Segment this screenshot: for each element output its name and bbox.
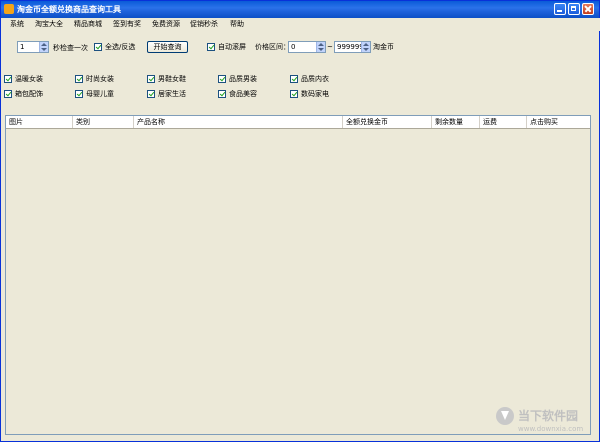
menu-checkin[interactable]: 签到有奖 bbox=[113, 19, 141, 30]
column-header[interactable]: 点击购买 bbox=[527, 116, 590, 128]
menu-system[interactable]: 系统 bbox=[10, 19, 24, 30]
menu-bar: 系统 淘宝大全 精品商城 签到有奖 免费资源 促销秒杀 帮助 bbox=[2, 18, 600, 31]
start-query-button[interactable]: 开始查询 bbox=[147, 41, 188, 53]
watermark-url: www.downxia.com bbox=[518, 425, 584, 433]
category-checkbox[interactable] bbox=[4, 90, 12, 98]
window-title: 淘金币全额兑换商品查询工具 bbox=[17, 5, 121, 14]
minimize-button[interactable] bbox=[554, 3, 566, 15]
results-table[interactable]: 图片 类别 产品名称 全额兑换金币 剩余数量 运费 点击购买 bbox=[5, 115, 591, 435]
category-label: 男鞋女鞋 bbox=[158, 75, 186, 83]
category-checkbox[interactable] bbox=[218, 75, 226, 83]
maximize-button[interactable] bbox=[568, 3, 580, 15]
menu-help[interactable]: 帮助 bbox=[230, 19, 244, 30]
spinner-arrows-icon[interactable] bbox=[361, 42, 370, 52]
category-label: 食品美容 bbox=[229, 90, 257, 98]
price-range-dash: ~ bbox=[327, 43, 333, 51]
category-label: 箱包配饰 bbox=[15, 90, 43, 98]
column-header[interactable]: 全额兑换金币 bbox=[343, 116, 432, 128]
watermark: 当下软件园 www.downxia.com bbox=[496, 405, 596, 437]
minimize-icon bbox=[555, 4, 565, 14]
maximize-icon bbox=[569, 4, 579, 14]
category-checkbox[interactable] bbox=[4, 75, 12, 83]
column-header[interactable]: 运费 bbox=[480, 116, 527, 128]
category-checkbox[interactable] bbox=[290, 90, 298, 98]
category-label: 品质男装 bbox=[229, 75, 257, 83]
menu-flash-sale[interactable]: 促销秒杀 bbox=[190, 19, 218, 30]
app-window: 淘金币全额兑换商品查询工具 系统 淘宝大全 精品商城 签到有奖 免费资源 促销秒… bbox=[0, 0, 600, 442]
interval-spinner[interactable]: 1 bbox=[17, 41, 49, 53]
close-icon bbox=[583, 4, 593, 14]
category-checkbox[interactable] bbox=[75, 75, 83, 83]
select-all-label: 全选/反选 bbox=[105, 43, 136, 51]
select-all-checkbox[interactable] bbox=[94, 43, 102, 51]
watermark-text: 当下软件园 bbox=[518, 409, 579, 423]
interval-label: 秒检查一次 bbox=[53, 44, 88, 52]
category-label: 母婴儿童 bbox=[86, 90, 114, 98]
table-header: 图片 类别 产品名称 全额兑换金币 剩余数量 运费 点击购买 bbox=[6, 116, 590, 129]
price-range-label: 价格区间： bbox=[255, 43, 290, 51]
category-checkbox[interactable] bbox=[290, 75, 298, 83]
interval-value: 1 bbox=[20, 43, 25, 51]
spinner-arrows-icon[interactable] bbox=[316, 42, 325, 52]
menu-boutique[interactable]: 精品商城 bbox=[74, 19, 102, 30]
menu-taobao-guide[interactable]: 淘宝大全 bbox=[35, 19, 63, 30]
price-max-value: 999999 bbox=[337, 43, 364, 51]
auto-scroll-label: 自动滚屏 bbox=[218, 43, 246, 51]
category-checkbox[interactable] bbox=[147, 90, 155, 98]
auto-scroll-checkbox[interactable] bbox=[207, 43, 215, 51]
price-min-value: 0 bbox=[291, 43, 296, 51]
close-button[interactable] bbox=[582, 3, 594, 15]
column-header[interactable]: 剩余数量 bbox=[432, 116, 480, 128]
column-header[interactable]: 图片 bbox=[6, 116, 73, 128]
category-checkbox[interactable] bbox=[75, 90, 83, 98]
price-min-spinner[interactable]: 0 bbox=[288, 41, 326, 53]
category-label: 品质内衣 bbox=[301, 75, 329, 83]
title-bar[interactable]: 淘金币全额兑换商品查询工具 bbox=[1, 1, 599, 18]
category-label: 温暖女装 bbox=[15, 75, 43, 83]
menu-free-resources[interactable]: 免费资源 bbox=[152, 19, 180, 30]
spinner-arrows-icon[interactable] bbox=[39, 42, 48, 52]
column-header[interactable]: 产品名称 bbox=[134, 116, 343, 128]
category-checkbox[interactable] bbox=[147, 75, 155, 83]
price-max-spinner[interactable]: 999999 bbox=[334, 41, 371, 53]
column-header[interactable]: 类别 bbox=[73, 116, 134, 128]
category-label: 时尚女装 bbox=[86, 75, 114, 83]
price-unit-label: 淘金币 bbox=[373, 43, 394, 51]
app-icon bbox=[4, 4, 14, 14]
category-label: 数码家电 bbox=[301, 90, 329, 98]
category-label: 居家生活 bbox=[158, 90, 186, 98]
download-arrow-icon bbox=[496, 407, 514, 425]
category-checkbox[interactable] bbox=[218, 90, 226, 98]
